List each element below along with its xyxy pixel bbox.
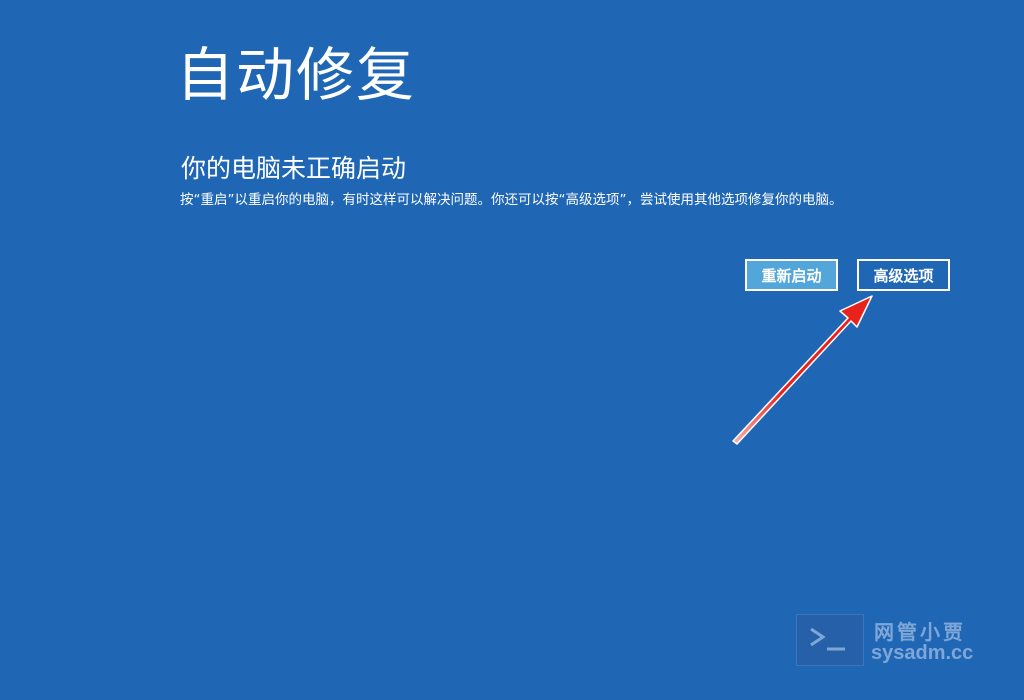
page-subtitle: 你的电脑未正确启动 xyxy=(181,154,407,183)
advanced-options-button[interactable]: 高级选项 xyxy=(857,259,950,291)
page-title: 自动修复 xyxy=(176,41,417,109)
terminal-icon xyxy=(796,614,864,666)
watermark: 网管小贾 sysadm.cc xyxy=(796,614,976,670)
red-arrow-icon xyxy=(732,295,873,445)
page-description: 按“重启”以重启你的电脑，有时这样可以解决问题。你还可以按“高级选项”，尝试使用… xyxy=(180,192,843,208)
restart-button[interactable]: 重新启动 xyxy=(745,259,838,291)
watermark-domain: sysadm.cc xyxy=(871,642,974,664)
watermark-name: 网管小贾 xyxy=(874,620,966,644)
